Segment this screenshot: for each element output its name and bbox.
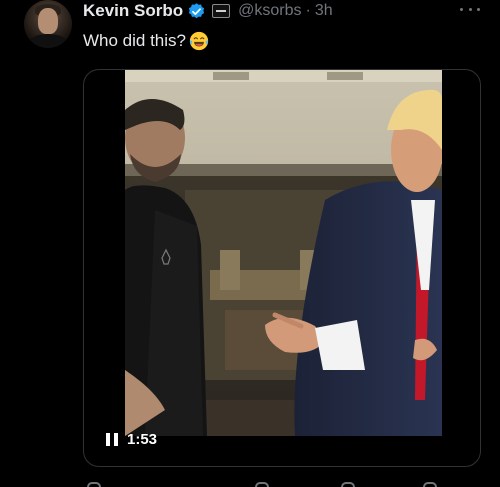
verified-icon	[189, 2, 205, 18]
more-icon[interactable]	[460, 3, 480, 15]
tweet-header: Kevin Sorbo @ksorbs · 3h	[83, 0, 333, 22]
avatar-face	[38, 8, 58, 34]
repost-icon[interactable]	[255, 482, 269, 487]
tweet[interactable]: Kevin Sorbo @ksorbs · 3h Who did this? 1…	[0, 0, 500, 487]
video-player[interactable]	[125, 70, 442, 436]
share-icon[interactable]	[423, 482, 437, 487]
video-duration: 1:53	[127, 431, 158, 448]
tweet-text-content: Who did this?	[83, 31, 186, 50]
avatar-shoulders	[28, 34, 68, 48]
display-name[interactable]: Kevin Sorbo	[83, 1, 183, 21]
media-card[interactable]: 1:53	[83, 69, 481, 467]
tweet-text: Who did this?	[83, 30, 210, 52]
pause-button[interactable]: 1:53	[106, 431, 157, 448]
pause-icon	[106, 433, 118, 446]
affiliate-badge-icon[interactable]	[212, 4, 231, 18]
like-icon[interactable]	[341, 482, 355, 487]
separator: ·	[305, 2, 311, 19]
reply-icon[interactable]	[87, 482, 101, 487]
handle[interactable]: @ksorbs	[238, 2, 301, 20]
timestamp[interactable]: 3h	[315, 2, 333, 20]
action-bar	[83, 478, 481, 487]
avatar[interactable]	[24, 0, 72, 48]
face-with-tears-of-joy-icon	[189, 31, 209, 51]
